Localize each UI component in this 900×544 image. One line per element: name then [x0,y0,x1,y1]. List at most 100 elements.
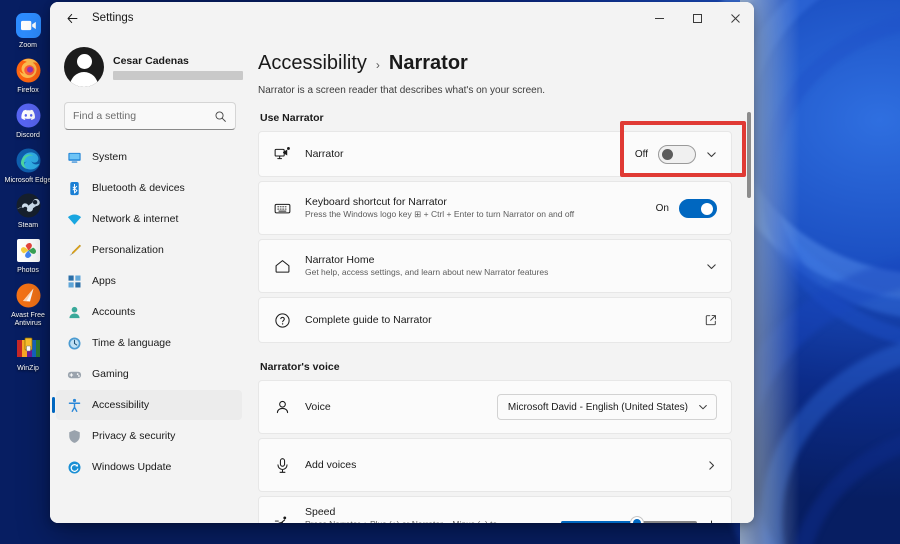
content-scrollbar[interactable] [747,40,751,498]
speed-increase-button[interactable]: + [706,517,717,524]
accessibility-icon [66,397,82,413]
accounts-icon [66,304,82,320]
narrator-row-right: Off [634,144,717,164]
speed-slider-track[interactable] [561,516,697,523]
speed-row[interactable]: Speed Press Narrator + Plus (+) or Narra… [258,496,732,523]
breadcrumb-parent[interactable]: Accessibility [258,52,367,75]
keyboard-shortcut-state-label: On [655,202,669,214]
discord-app-icon [13,100,43,130]
narrator-row[interactable]: Narrator Off [258,131,732,177]
content-scroll-area[interactable]: Accessibility › Narrator Narrator is a s… [248,34,754,523]
voice-select[interactable]: Microsoft David - English (United States… [496,394,717,420]
desktop-icon-microsoft-edge[interactable]: Microsoft Edge [0,145,56,185]
sidebar-item-label: Personalization [92,244,164,256]
settings-window: Settings Cesar Cadenas Find a setting Sy… [50,2,754,523]
breadcrumb-separator: › [375,58,380,72]
sidebar-item-time-language[interactable]: Time & language [56,328,242,358]
add-voices-row[interactable]: Add voices [258,438,732,492]
content: Accessibility › Narrator Narrator is a s… [256,34,754,523]
account-name: Cesar Cadenas [113,54,189,67]
desktop-icon-photos[interactable]: Photos [0,235,56,275]
desktop-icon-discord[interactable]: Discord [0,100,56,140]
edge-app-icon [13,145,43,175]
sidebar-item-accounts[interactable]: Accounts [56,297,242,327]
add-voices-row-right [706,460,717,471]
gaming-icon [66,366,82,382]
sidebar-item-privacy-security[interactable]: Privacy & security [56,421,242,451]
narrator-state-label: Off [634,148,648,160]
maximize-icon [692,13,702,23]
complete-guide-row-right [705,314,717,326]
speed-slider-thumb[interactable] [630,516,645,523]
maximize-button[interactable] [678,2,716,34]
keyboard-shortcut-row-right: On [655,198,717,218]
narrator-icon [273,145,291,163]
sidebar-item-accessibility[interactable]: Accessibility [52,390,242,420]
desktop-icon-avast-free-antivirus[interactable]: Avast Free Antivirus [0,280,56,328]
voice-selected-value: Microsoft David - English (United States… [507,401,688,413]
keyboard-shortcut-subtitle: Press the Windows logo key ⊞ + Ctrl + En… [305,209,575,219]
desktop-icon-label: Microsoft Edge [4,177,52,184]
complete-guide-row[interactable]: Complete guide to Narrator [258,297,732,343]
desktop-icon-steam[interactable]: Steam [0,190,56,230]
chevron-down-icon[interactable] [706,261,717,272]
desktop-icon-label: Avast Free Antivirus [11,312,45,327]
narrator-toggle[interactable] [658,144,696,164]
search-box[interactable] [64,102,236,130]
apps-icon [66,273,82,289]
network-icon [66,211,82,227]
speed-slider[interactable]: — + [541,516,717,524]
desktop-icon-label: Discord [16,132,40,139]
page-description: Narrator is a screen reader that describ… [258,85,546,96]
section-title-use-narrator: Use Narrator [260,112,324,124]
system-icon [66,149,82,165]
sidebar-item-personalization[interactable]: Personalization [56,235,242,265]
sidebar-nav: System Bluetooth & devices Network & int… [50,138,248,483]
sidebar-item-label: Bluetooth & devices [92,182,185,194]
speed-decrease-button[interactable]: — [541,517,554,524]
scrollbar-thumb[interactable] [747,112,751,198]
sidebar-item-label: Accounts [92,306,136,318]
sidebar-item-gaming[interactable]: Gaming [56,359,242,389]
time-language-icon [66,335,82,351]
sidebar-item-label: System [92,151,128,163]
speed-row-right: — + [541,516,717,524]
desktop-icon-firefox[interactable]: Firefox [0,55,56,95]
sidebar-item-label: Time & language [92,337,171,349]
sidebar-item-bluetooth-devices[interactable]: Bluetooth & devices [56,173,242,203]
sidebar-item-windows-update[interactable]: Windows Update [56,452,242,482]
keyboard-shortcut-toggle[interactable] [679,198,717,218]
help-circle-icon [273,311,291,329]
close-button[interactable] [716,2,754,34]
desktop-icon-label: Firefox [17,87,39,94]
voice-row[interactable]: Voice Microsoft David - English (United … [258,380,732,434]
home-icon [273,257,291,275]
narrator-row-title: Narrator [305,148,344,160]
sidebar-item-label: Privacy & security [92,430,176,442]
account-section[interactable]: Cesar Cadenas [50,38,248,92]
speed-title: Speed [305,505,336,518]
keyboard-shortcut-title: Keyboard shortcut for Narrator [305,196,447,208]
back-button[interactable] [58,4,86,32]
window-controls [640,2,754,34]
sidebar-item-label: Accessibility [92,399,150,411]
chevron-right-icon[interactable] [706,460,717,471]
keyboard-shortcut-row[interactable]: Keyboard shortcut for Narrator Press the… [258,181,732,235]
arrow-left-icon [67,13,77,23]
chevron-down-icon[interactable] [706,149,717,160]
sidebar-item-label: Apps [92,275,116,287]
keyboard-icon [273,199,291,217]
minimize-button[interactable] [640,2,678,34]
desktop-icon-zoom[interactable]: Zoom [0,10,56,50]
app-title: Settings [92,12,134,24]
sidebar-item-network-internet[interactable]: Network & internet [56,204,242,234]
sidebar-item-system[interactable]: System [56,142,242,172]
desktop-icon-winzip[interactable]: WinZip [0,333,56,373]
search-input[interactable] [73,110,214,122]
desktop-icon-label: Photos [17,267,39,274]
narrator-home-row[interactable]: Narrator Home Get help, access settings,… [258,239,732,293]
search-icon [214,110,227,123]
sidebar-item-apps[interactable]: Apps [56,266,242,296]
external-link-icon[interactable] [705,314,717,326]
desktop-icon-label: Zoom [19,42,37,49]
